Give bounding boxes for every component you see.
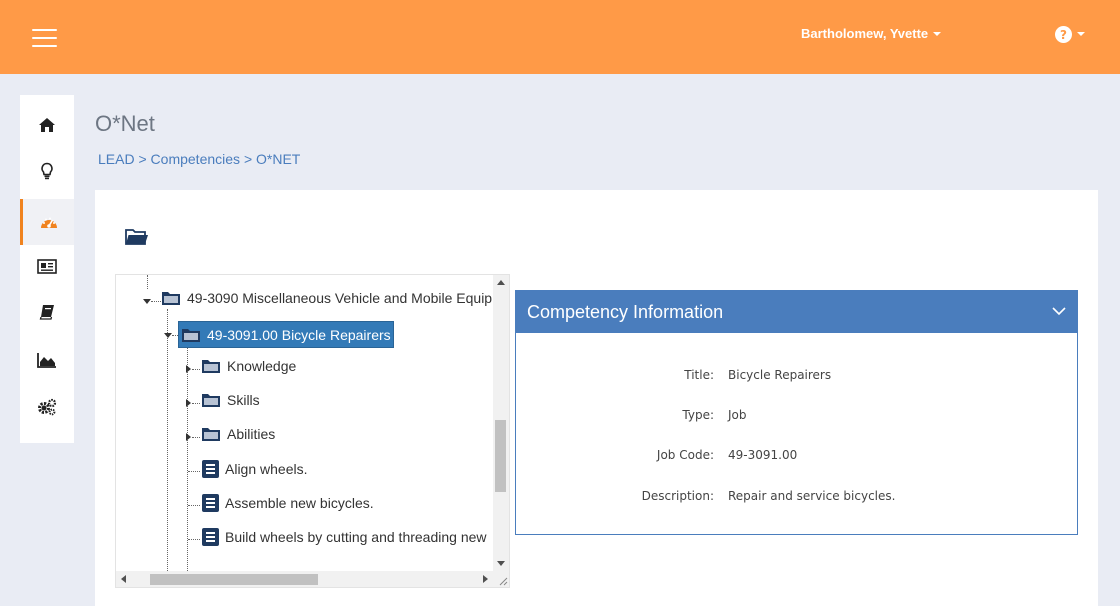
field-label: Job Code: — [656, 448, 714, 462]
home-icon — [39, 118, 55, 132]
sidebar-item-ideas[interactable] — [20, 148, 74, 194]
user-menu-dropdown[interactable]: Bartholomew, Yvette — [801, 26, 942, 41]
breadcrumb: LEAD > Competencies > O*NET — [98, 151, 300, 167]
tree-guide-line — [188, 471, 200, 472]
newspaper-icon — [37, 258, 57, 274]
tree-node-abilities[interactable]: Abilities — [201, 422, 275, 446]
sidebar-item-home[interactable] — [20, 102, 74, 148]
scroll-thumb[interactable] — [150, 574, 318, 585]
breadcrumb-separator: > — [243, 151, 253, 167]
area-chart-icon — [37, 353, 56, 368]
expand-toggle-icon[interactable] — [186, 433, 191, 441]
folder-open-icon — [125, 229, 148, 245]
field-label: Title: — [684, 368, 714, 382]
folder-icon — [202, 428, 220, 441]
folder-icon — [182, 328, 200, 342]
folder-icon — [202, 394, 220, 407]
scroll-thumb[interactable] — [495, 420, 506, 492]
tree-guide-line — [147, 275, 148, 289]
field-label: Description: — [641, 489, 714, 503]
hamburger-menu-icon[interactable] — [32, 29, 57, 47]
list-document-icon — [202, 494, 219, 512]
lightbulb-icon — [41, 162, 53, 180]
tree-node-task[interactable]: Assemble new bicycles. — [202, 491, 374, 515]
field-value: Bicycle Repairers — [728, 368, 832, 382]
tree-node-category[interactable]: 49-3090 Miscellaneous Vehicle and Mobile… — [161, 286, 492, 310]
tree-node-label: Assemble new bicycles. — [225, 495, 374, 511]
sidebar-item-library[interactable] — [20, 289, 74, 335]
collapse-toggle-icon[interactable] — [143, 299, 151, 304]
sidebar-nav — [20, 95, 74, 443]
caret-down-icon — [1077, 31, 1085, 36]
breadcrumb-separator: > — [138, 151, 147, 167]
tree-guide-line — [187, 343, 188, 587]
competency-tree[interactable]: 49-3090 Miscellaneous Vehicle and Mobile… — [115, 274, 510, 588]
dashboard-icon — [40, 217, 57, 228]
competency-info-panel: Competency Information Title: Bicycle Re… — [515, 290, 1078, 535]
tree-guide-line — [188, 539, 200, 540]
field-label: Type: — [682, 408, 714, 422]
tree-guide-line — [192, 437, 200, 438]
page-title: O*Net — [95, 111, 155, 136]
list-document-icon — [202, 528, 219, 546]
tree-node-label: Abilities — [227, 426, 276, 442]
tree-guide-line — [188, 505, 200, 506]
tree-node-knowledge[interactable]: Knowledge — [201, 354, 296, 378]
tree-node-label: 49-3090 Miscellaneous Vehicle and Mobile… — [187, 290, 493, 306]
panel-title: Competency Information — [527, 301, 724, 322]
breadcrumb-link-lead[interactable]: LEAD — [98, 151, 135, 167]
tree-node-task[interactable]: Align wheels. — [202, 457, 308, 481]
settings-gears-icon — [38, 398, 57, 416]
caret-down-icon — [933, 31, 942, 36]
tree-node-skills[interactable]: Skills — [201, 388, 260, 412]
help-menu-dropdown[interactable]: ? — [1055, 26, 1085, 43]
scroll-up-arrow-icon[interactable] — [497, 280, 505, 285]
sidebar-item-dashboard[interactable] — [20, 199, 74, 245]
scroll-left-arrow-icon[interactable] — [121, 575, 126, 583]
field-value: 49-3091.00 — [728, 448, 798, 462]
tree-node-task[interactable]: Build wheels by cutting and threading ne… — [202, 525, 487, 549]
chevron-down-icon[interactable] — [1051, 303, 1067, 319]
breadcrumb-link-competencies[interactable]: Competencies — [151, 151, 241, 167]
folder-icon — [202, 360, 220, 373]
tree-node-label: Build wheels by cutting and threading ne… — [225, 529, 487, 545]
resize-handle[interactable] — [493, 571, 509, 587]
book-icon — [39, 305, 54, 320]
tree-node-label: 49-3091.00 Bicycle Repairers — [207, 326, 391, 343]
sidebar-item-settings[interactable] — [20, 384, 74, 430]
tree-node-label: Align wheels. — [225, 461, 308, 477]
tree-guide-line — [192, 403, 200, 404]
field-value: Repair and service bicycles. — [728, 489, 896, 503]
question-circle-icon: ? — [1055, 26, 1072, 43]
expand-toggle-icon[interactable] — [186, 365, 191, 373]
scroll-down-arrow-icon[interactable] — [497, 561, 505, 566]
field-value: Job — [728, 408, 747, 422]
open-folder-button[interactable] — [125, 227, 149, 251]
expand-toggle-icon[interactable] — [186, 399, 191, 407]
tree-guide-line — [192, 369, 200, 370]
user-name: Bartholomew, Yvette — [801, 26, 929, 41]
top-navbar: Bartholomew, Yvette ? — [0, 0, 1120, 74]
scroll-right-arrow-icon[interactable] — [483, 575, 488, 583]
tree-guide-line — [167, 309, 168, 587]
tree-guide-line — [151, 301, 161, 302]
tree-node-label: Knowledge — [227, 358, 297, 374]
collapse-toggle-icon[interactable] — [164, 333, 172, 338]
sidebar-item-news[interactable] — [20, 243, 74, 289]
competency-info-header[interactable]: Competency Information — [516, 291, 1077, 333]
breadcrumb-link-onet[interactable]: O*NET — [256, 151, 300, 167]
tree-vertical-scrollbar[interactable] — [493, 275, 509, 571]
list-document-icon — [202, 460, 219, 478]
resize-grip-icon — [499, 577, 508, 586]
sidebar-item-reports[interactable] — [20, 337, 74, 383]
tree-horizontal-scrollbar[interactable] — [116, 571, 493, 587]
folder-icon — [162, 292, 180, 305]
tree-node-job-selected[interactable]: 49-3091.00 Bicycle Repairers — [178, 321, 394, 348]
tree-node-label: Skills — [227, 392, 260, 408]
